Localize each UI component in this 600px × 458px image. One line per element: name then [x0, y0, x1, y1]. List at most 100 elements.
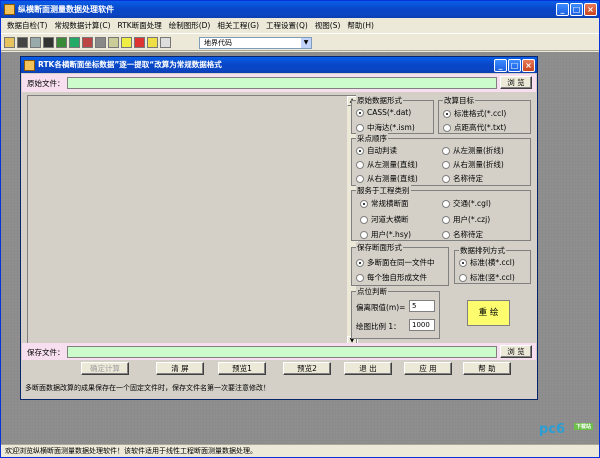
- project-group: 服务于工程类别 常规横断面 交通(*.cgl) 河道大横断 用户(*.czj) …: [351, 185, 531, 241]
- grid-icon[interactable]: [95, 36, 106, 48]
- redraw-button[interactable]: 重 绘: [467, 300, 510, 326]
- chart-icon[interactable]: [82, 36, 93, 48]
- menu-item[interactable]: 绘制图形(D): [169, 20, 211, 31]
- radio-multi-in-one[interactable]: 多断面在同一文件中: [356, 257, 435, 268]
- dialog-icon: [24, 60, 35, 71]
- radio-txt-format[interactable]: 点距高代(*.txt): [443, 122, 506, 133]
- menu-item[interactable]: 视图(S): [315, 20, 341, 31]
- app-icon: [4, 4, 15, 15]
- dialog-minimize-button[interactable]: _: [494, 59, 507, 72]
- radio-user-hsy[interactable]: 用户(*.hsy): [360, 229, 411, 240]
- menu-item[interactable]: RTK断面处理: [118, 20, 162, 31]
- help-button[interactable]: 帮 助: [463, 362, 511, 375]
- cross-icon[interactable]: [121, 36, 132, 48]
- exit-button[interactable]: 退 出: [344, 362, 392, 375]
- radio-dot: [443, 123, 451, 132]
- radio-label: 用户(*.czj): [453, 215, 491, 224]
- eye-icon[interactable]: [4, 36, 15, 48]
- radio-dot: [442, 146, 450, 155]
- radio-dot: [360, 199, 368, 208]
- point-group: 点位判断 偏离限值(m)= 5 绘图比例 1： 1000: [351, 286, 440, 339]
- radio-label: 点距高代(*.txt): [454, 123, 507, 132]
- group-caption: 采点顺序: [356, 133, 388, 144]
- code-combo[interactable]: 地界代码 ▼: [199, 37, 312, 49]
- preview2-button[interactable]: 预览2: [283, 362, 331, 375]
- clear-button[interactable]: 清 屏: [156, 362, 204, 375]
- apply-button[interactable]: 应 用: [404, 362, 452, 375]
- radio-dot: [356, 123, 364, 132]
- calc-icon[interactable]: [69, 36, 80, 48]
- dialog-close-button[interactable]: ×: [522, 59, 535, 72]
- radio-dot: [442, 230, 450, 239]
- hand-icon[interactable]: [160, 36, 171, 48]
- maximize-button[interactable]: □: [570, 3, 583, 16]
- save-file-field[interactable]: [67, 346, 497, 358]
- group-caption: 数据排列方式: [459, 245, 506, 256]
- chevron-down-icon[interactable]: ▼: [301, 38, 311, 48]
- diamond-icon[interactable]: [147, 36, 158, 48]
- doc-icon[interactable]: [30, 36, 41, 48]
- radio-regular[interactable]: 常规横断面: [360, 198, 409, 209]
- menu-item[interactable]: 数据自检(T): [7, 20, 47, 31]
- radio-river[interactable]: 河道大横断: [360, 214, 409, 225]
- scale-input[interactable]: 1000: [409, 319, 435, 331]
- radio-project-tbd[interactable]: 名称待定: [442, 229, 483, 240]
- group-caption: 服务于工程类别: [356, 185, 411, 196]
- menubar: 数据自检(T) 常规数据计算(C) RTK断面处理 绘制图形(D) 相关工程(G…: [1, 18, 599, 33]
- radio-label: 交通(*.cgl): [453, 199, 491, 208]
- dialog-maximize-button[interactable]: □: [508, 59, 521, 72]
- radio-left-fold[interactable]: 从左测量(折线): [442, 145, 504, 156]
- radio-each-file[interactable]: 每个独自形成文件: [356, 272, 427, 283]
- close-button[interactable]: ×: [584, 3, 597, 16]
- radio-traffic[interactable]: 交通(*.cgl): [442, 198, 491, 209]
- radio-order-tbd[interactable]: 名称待定: [442, 173, 483, 184]
- save-form-group: 保存断面形式 多断面在同一文件中 每个独自形成文件: [351, 242, 449, 286]
- dialog-title: RTK各横断面坐标数据”逐一提取“改算为常规数据格式: [38, 60, 222, 69]
- radio-dot: [356, 174, 364, 183]
- minimize-button[interactable]: _: [556, 3, 569, 16]
- tolerance-input[interactable]: 5: [409, 300, 435, 312]
- data-textarea[interactable]: ▲ ▼ ◀ ▶: [27, 95, 358, 357]
- radio-dot: [442, 199, 450, 208]
- ruler-icon[interactable]: [108, 36, 119, 48]
- radio-sort-horizontal[interactable]: 标准(横*.ccl): [459, 257, 515, 268]
- radio-zhd[interactable]: 中海达(*.ism): [356, 122, 415, 133]
- status-bar: 欢迎浏览纵横断面测量数据处理软件！该软件适用于线性工程断面测量数据处理。: [1, 444, 599, 457]
- radio-auto[interactable]: 自动判读: [356, 145, 397, 156]
- radio-left-line[interactable]: 从左测量(直线): [356, 159, 418, 170]
- radio-label: 名称待定: [453, 174, 483, 183]
- radio-label: 名称待定: [453, 230, 483, 239]
- browse-src-button[interactable]: 浏 览: [500, 76, 532, 89]
- menu-item[interactable]: 相关工程(G): [217, 20, 259, 31]
- save-label: 保存文件：: [27, 348, 65, 357]
- browse-save-button[interactable]: 浏 览: [500, 345, 532, 358]
- radio-label: 标准格式(*.ccl): [454, 109, 507, 118]
- floppy-icon[interactable]: [43, 36, 54, 48]
- menu-item[interactable]: 帮助(H): [347, 20, 374, 31]
- radio-std-format[interactable]: 标准格式(*.ccl): [443, 108, 506, 119]
- radio-right-fold[interactable]: 从右测量(折线): [442, 159, 504, 170]
- radio-dot: [459, 258, 467, 267]
- radio-dot: [459, 273, 467, 282]
- globe-icon[interactable]: [56, 36, 67, 48]
- radio-sort-vertical[interactable]: 标准(竖*.ccl): [459, 272, 515, 283]
- src-label: 原始文件：: [27, 79, 65, 88]
- scale-label: 绘图比例 1：: [356, 322, 401, 331]
- binoculars-icon[interactable]: [17, 36, 28, 48]
- group-caption: 点位判断: [356, 286, 388, 297]
- pencil-icon[interactable]: [134, 36, 145, 48]
- radio-dot: [443, 109, 451, 118]
- menu-item[interactable]: 工程设置(Q): [266, 20, 308, 31]
- menu-item[interactable]: 常规数据计算(C): [54, 20, 110, 31]
- radio-label: 中海达(*.ism): [367, 123, 415, 132]
- radio-user-czj[interactable]: 用户(*.czj): [442, 214, 490, 225]
- radio-cass[interactable]: CASS(*.dat): [356, 108, 411, 117]
- compute-button[interactable]: 确定计算: [81, 362, 129, 375]
- radio-dot: [356, 160, 364, 169]
- radio-right-line[interactable]: 从右测量(直线): [356, 173, 418, 184]
- main-title: 纵横断面测量数据处理软件: [18, 5, 114, 14]
- preview1-button[interactable]: 预览1: [218, 362, 266, 375]
- radio-label: 用户(*.hsy): [371, 230, 412, 239]
- src-file-field[interactable]: [67, 77, 497, 89]
- dialog-titlebar: RTK各横断面坐标数据”逐一提取“改算为常规数据格式 _ □ ×: [21, 57, 537, 73]
